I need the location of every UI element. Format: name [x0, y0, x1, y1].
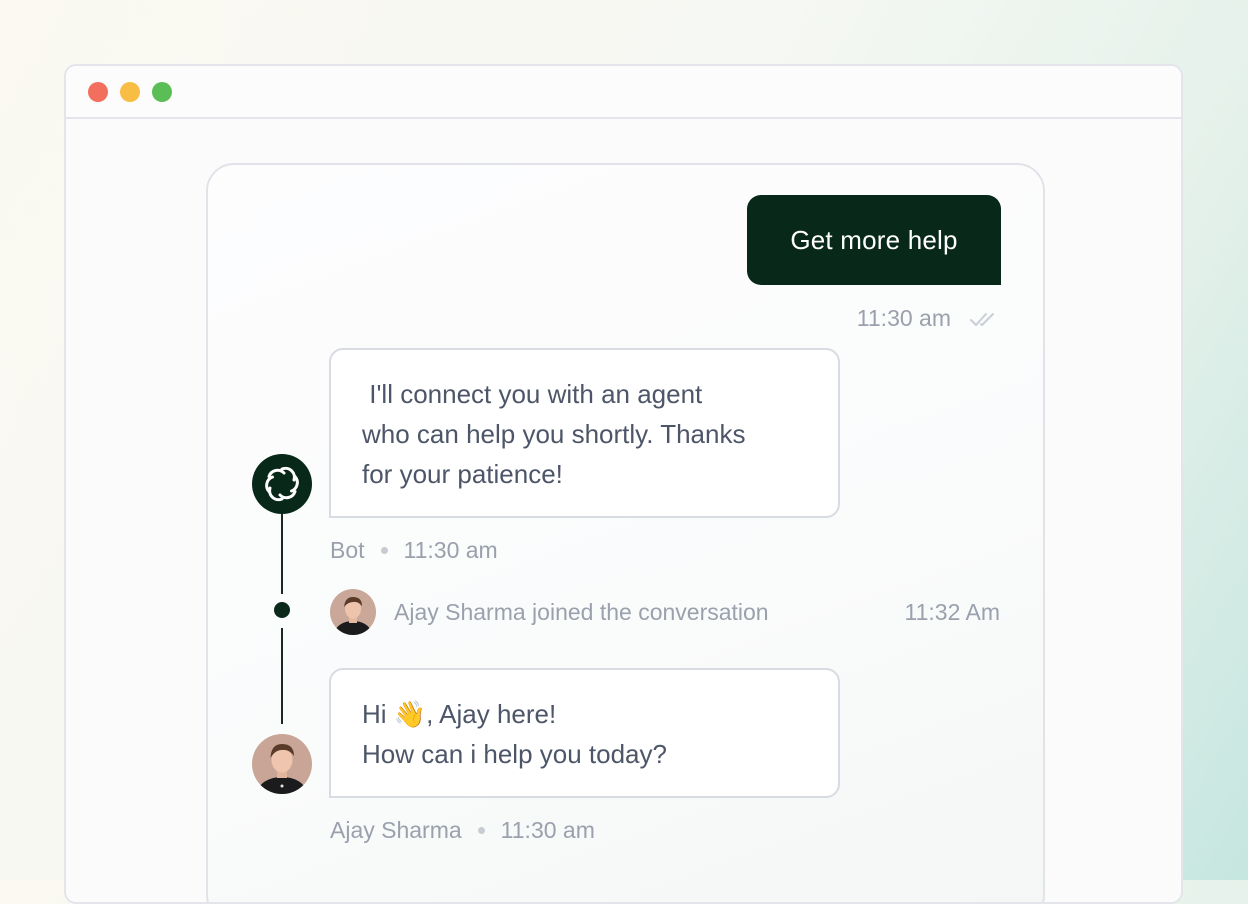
app-window: Get more help 11:30 am I'll connect you … [64, 64, 1183, 904]
user-message-meta: 11:30 am [857, 305, 999, 332]
meta-separator-dot [477, 827, 485, 834]
double-check-icon [970, 312, 994, 326]
user-message-text: Get more help [790, 224, 958, 255]
chat-panel: Get more help 11:30 am I'll connect you … [206, 163, 1045, 902]
agent-photo [252, 734, 312, 794]
bot-sender-name: Bot [330, 537, 365, 563]
meta-separator-dot [380, 547, 388, 554]
bot-message-line: I'll connect you with an agent [362, 379, 703, 409]
agent-joined-time: 11:32 Am [904, 598, 1000, 625]
agent-joined-event: Ajay Sharma joined the conversation 11:3… [330, 588, 1000, 636]
timeline-connector [281, 628, 283, 724]
bot-message-time: 11:30 am [403, 537, 498, 563]
agent-message-time: 11:30 am [500, 817, 595, 843]
bot-avatar [252, 454, 312, 514]
agent-avatar-small [330, 589, 376, 635]
agent-message-line: Hi 👋, Ajay here! [362, 699, 557, 729]
bot-message-bubble: I'll connect you with an agent who can h… [329, 348, 840, 518]
agent-message-line: How can i help you today? [362, 739, 667, 769]
bot-message-meta: Bot 11:30 am [330, 537, 498, 564]
agent-sender-name: Ajay Sharma [330, 817, 462, 843]
bot-logo-icon [265, 466, 299, 502]
user-message-time: 11:30 am [856, 305, 951, 331]
agent-avatar [252, 734, 312, 794]
zoom-window-button[interactable] [152, 82, 172, 102]
agent-photo [330, 589, 376, 635]
timeline-dot [274, 602, 290, 618]
bot-message-line: who can help you shortly. Thanks [362, 419, 746, 449]
agent-message-meta: Ajay Sharma 11:30 am [330, 817, 595, 844]
close-window-button[interactable] [88, 82, 108, 102]
window-titlebar [66, 66, 1181, 119]
bot-message-line: for your patience! [362, 459, 563, 489]
minimize-window-button[interactable] [120, 82, 140, 102]
user-message-bubble: Get more help [747, 195, 1001, 285]
agent-message-bubble: Hi 👋, Ajay here! How can i help you toda… [329, 668, 840, 798]
agent-joined-text: Ajay Sharma joined the conversation [394, 598, 769, 625]
timeline-connector [281, 514, 283, 594]
